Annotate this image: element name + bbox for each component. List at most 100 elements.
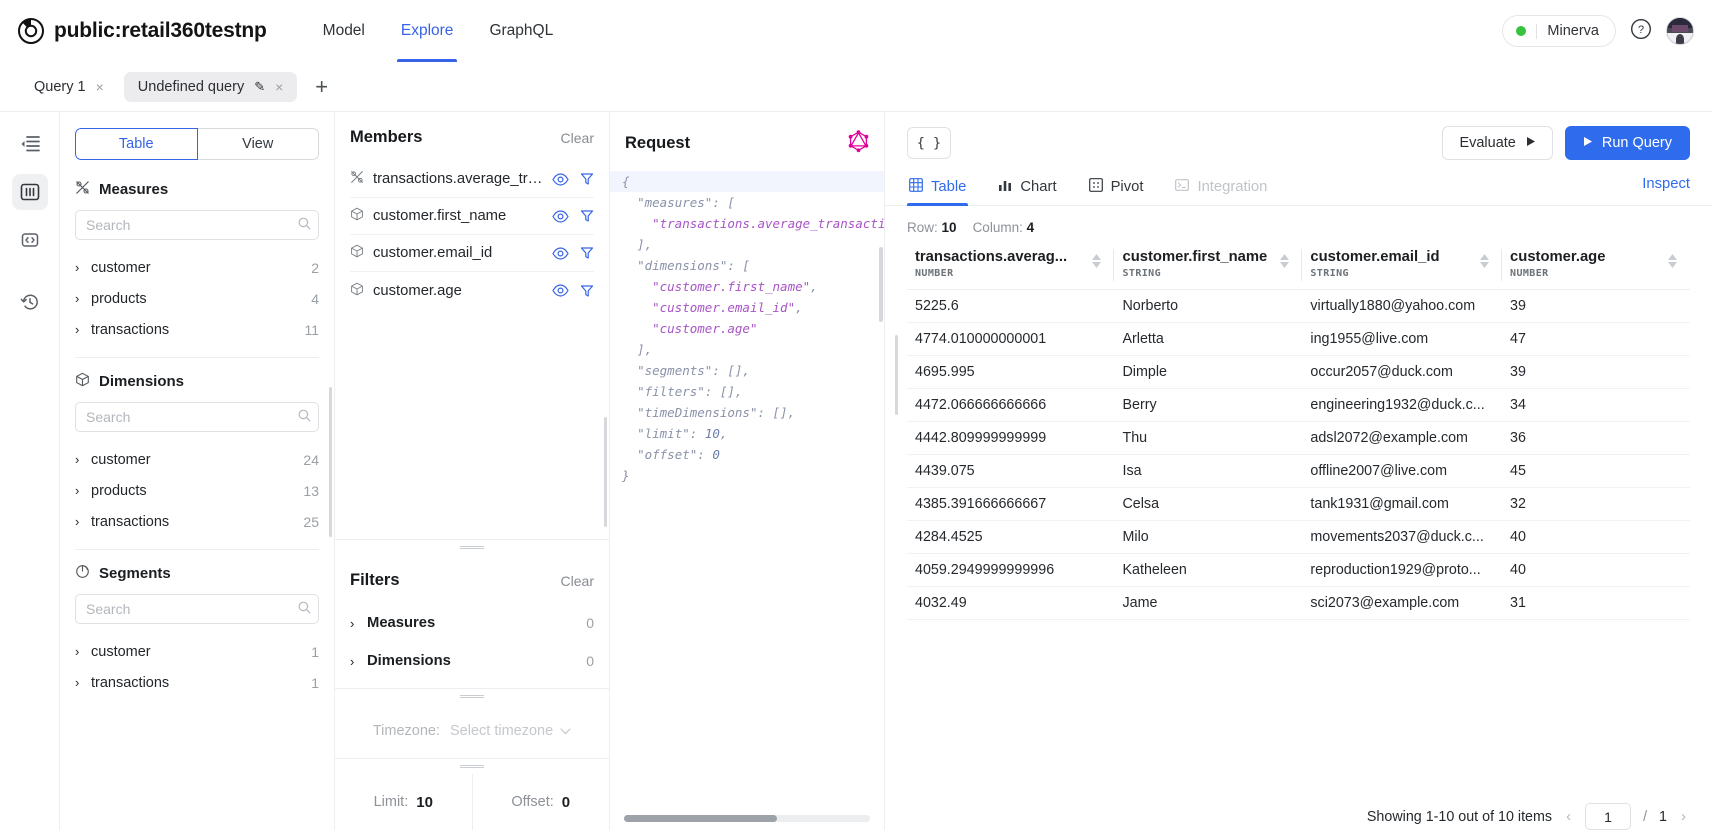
clear-filters-button[interactable]: Clear xyxy=(561,573,594,589)
chevron-right-icon[interactable]: › xyxy=(1679,808,1688,825)
segment-cube-customer[interactable]: › customer 1 xyxy=(75,636,319,667)
section-header-dimensions: Dimensions xyxy=(75,372,319,391)
query-tab-1[interactable]: Query 1 × xyxy=(20,72,118,102)
dimension-cube-transactions[interactable]: › transactions 25 xyxy=(75,506,319,537)
graphql-icon[interactable] xyxy=(848,130,869,157)
sort-toggle-icon[interactable] xyxy=(1280,254,1290,268)
dimension-cube-products[interactable]: › products 13 xyxy=(75,475,319,506)
request-scrollbar[interactable] xyxy=(879,247,883,322)
environment-selector[interactable]: Minerva xyxy=(1502,15,1616,47)
members-scrollbar[interactable] xyxy=(604,417,607,527)
column-header-0[interactable]: transactions.averag... NUMBER xyxy=(907,245,1115,290)
brand[interactable]: public:retail360testnp xyxy=(18,18,267,44)
eye-icon[interactable] xyxy=(552,284,569,297)
member-row[interactable]: customer.email_id xyxy=(350,235,594,272)
member-actions xyxy=(552,172,594,186)
search-input[interactable] xyxy=(75,402,319,432)
user-avatar[interactable] xyxy=(1666,17,1694,45)
dimension-cube-customer[interactable]: › customer 24 xyxy=(75,444,319,475)
cell-first-name: Katheleen xyxy=(1114,553,1303,587)
clear-members-button[interactable]: Clear xyxy=(561,130,594,146)
top-bar: public:retail360testnp Model Explore Gra… xyxy=(0,0,1712,62)
cell-age: 31 xyxy=(1502,586,1690,620)
table-row[interactable]: 5225.6 Norberto virtually1880@yahoo.com … xyxy=(907,289,1690,323)
toggle-table[interactable]: Table xyxy=(75,128,198,160)
run-query-button[interactable]: Run Query xyxy=(1564,126,1690,160)
question-circle-icon[interactable]: ? xyxy=(1630,18,1652,44)
run-query-label: Run Query xyxy=(1601,135,1672,151)
add-query-tab-button[interactable]: + xyxy=(303,75,340,98)
funnel-icon[interactable] xyxy=(580,209,594,223)
measure-cube-products[interactable]: › products 4 xyxy=(75,283,319,314)
table-scrollbar[interactable] xyxy=(895,335,898,415)
page-number-input[interactable]: 1 xyxy=(1585,803,1632,830)
eye-icon[interactable] xyxy=(552,172,569,186)
sidebar-collapse-icon[interactable] xyxy=(12,126,48,162)
panel-resize-handle[interactable] xyxy=(335,689,609,704)
panel-resize-handle[interactable] xyxy=(335,540,609,555)
search-icon xyxy=(298,217,311,234)
column-header-3[interactable]: customer.age NUMBER xyxy=(1502,245,1690,290)
tab-chart[interactable]: Chart xyxy=(996,172,1058,205)
code-horizontal-scrollbar[interactable] xyxy=(624,815,870,822)
sort-toggle-icon[interactable] xyxy=(1668,254,1677,268)
close-icon[interactable]: × xyxy=(96,80,104,94)
nav-item-model[interactable]: Model xyxy=(305,0,383,62)
funnel-icon[interactable] xyxy=(580,246,594,260)
code-icon[interactable] xyxy=(12,222,48,258)
table-row[interactable]: 4385.391666666667 Celsa tank1931@gmail.c… xyxy=(907,487,1690,521)
inspect-button[interactable]: Inspect xyxy=(1642,176,1690,201)
json-toggle-button[interactable]: { } xyxy=(907,127,951,159)
measure-cube-customer[interactable]: › customer 2 xyxy=(75,252,319,283)
member-name: transactions.average_tra... xyxy=(373,171,543,187)
table-row[interactable]: 4059.2949999999996 Katheleen reproductio… xyxy=(907,553,1690,587)
funnel-icon[interactable] xyxy=(580,172,594,186)
filters-header: Filters Clear xyxy=(350,571,594,590)
panel-title: Members xyxy=(350,128,423,146)
close-icon[interactable]: × xyxy=(275,80,283,94)
table-row[interactable]: 4442.809999999999 Thu adsl2072@example.c… xyxy=(907,421,1690,455)
eye-icon[interactable] xyxy=(552,246,569,260)
segment-cube-transactions[interactable]: › transactions 1 xyxy=(75,667,319,698)
table-row[interactable]: 4774.010000000001 Arletta ing1955@live.c… xyxy=(907,322,1690,356)
filter-group-dimensions[interactable]: › Dimensions 0 xyxy=(350,642,594,680)
column-header-1[interactable]: customer.first_name STRING xyxy=(1114,245,1303,290)
member-row[interactable]: customer.age xyxy=(350,272,594,309)
search-input[interactable] xyxy=(75,594,319,624)
member-row[interactable]: customer.first_name xyxy=(350,198,594,235)
nav-item-graphql[interactable]: GraphQL xyxy=(471,0,571,62)
history-icon[interactable] xyxy=(12,284,48,320)
request-code-editor[interactable]: { "measures": [ "transactions.average_tr… xyxy=(610,167,884,830)
chevron-left-icon[interactable]: ‹ xyxy=(1564,808,1573,825)
nav-item-explore[interactable]: Explore xyxy=(383,0,472,62)
table-row[interactable]: 4472.066666666666 Berry engineering1932@… xyxy=(907,388,1690,422)
timezone-select[interactable]: Select timezone xyxy=(450,723,571,739)
data-model-icon[interactable] xyxy=(11,174,48,210)
table-row[interactable]: 4284.4525 Milo movements2037@duck.c... 4… xyxy=(907,520,1690,554)
sort-toggle-icon[interactable] xyxy=(1092,254,1102,268)
search-input[interactable] xyxy=(75,210,319,240)
sort-toggle-icon[interactable] xyxy=(1480,254,1490,268)
tab-table[interactable]: Table xyxy=(907,172,969,206)
limit-control[interactable]: Limit: 10 xyxy=(335,774,473,830)
query-tab-label: Query 1 xyxy=(34,78,86,95)
members-panel: Members Clear transactions.average_tra..… xyxy=(335,112,609,309)
eye-icon[interactable] xyxy=(552,209,569,223)
tab-pivot[interactable]: Pivot xyxy=(1087,172,1146,205)
table-row[interactable]: 4695.995 Dimple occur2057@duck.com 39 xyxy=(907,355,1690,389)
funnel-icon[interactable] xyxy=(580,284,594,298)
measure-cube-transactions[interactable]: › transactions 11 xyxy=(75,314,319,345)
query-tab-2[interactable]: Undefined query ✎ × xyxy=(123,71,298,102)
cube-logo-icon xyxy=(18,18,44,44)
table-row[interactable]: 4439.075 Isa offline2007@live.com 45 xyxy=(907,454,1690,488)
member-row[interactable]: transactions.average_tra... xyxy=(350,161,594,198)
table-row[interactable]: 4032.49 Jame sci2073@example.com 31 xyxy=(907,586,1690,620)
explorer-scrollbar[interactable] xyxy=(329,387,332,537)
offset-control[interactable]: Offset: 0 xyxy=(473,774,610,830)
panel-resize-handle[interactable] xyxy=(335,759,609,774)
toggle-view[interactable]: View xyxy=(197,128,319,160)
filter-group-measures[interactable]: › Measures 0 xyxy=(350,604,594,642)
evaluate-button[interactable]: Evaluate xyxy=(1442,126,1553,160)
edit-pencil-icon[interactable]: ✎ xyxy=(254,79,265,95)
column-header-2[interactable]: customer.email_id STRING xyxy=(1302,245,1503,290)
